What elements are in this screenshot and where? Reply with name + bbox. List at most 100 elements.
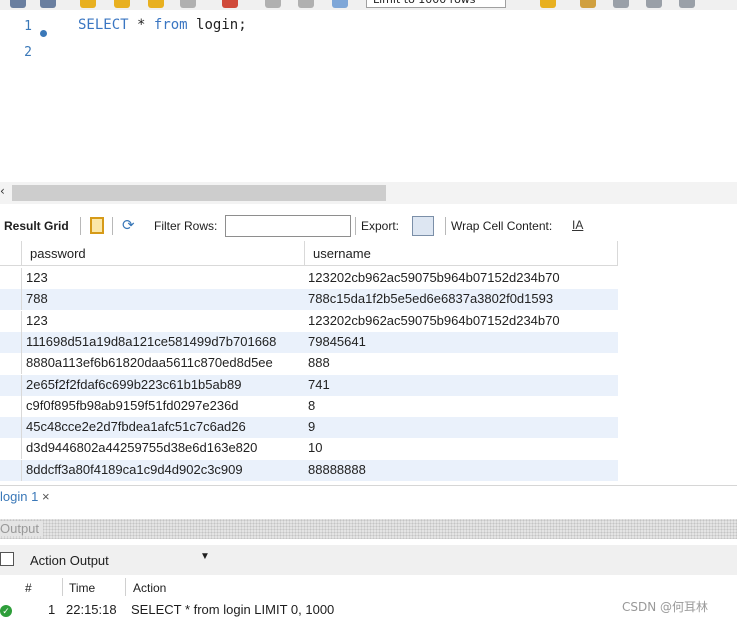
row-header[interactable] xyxy=(0,459,22,481)
cell-username[interactable]: 123202cb962ac59075b964b07152d234b70 xyxy=(308,313,560,328)
row-header[interactable] xyxy=(0,417,22,439)
table-row[interactable]: 788 788c15da1f2b5e5ed6e6837a3802f0d1593 xyxy=(0,289,618,311)
cell-username[interactable]: 88888888 xyxy=(308,462,366,477)
cell-password[interactable]: c9f0f895fb98ab9159f51fd0297e236d xyxy=(26,398,239,413)
rollback-icon[interactable] xyxy=(298,0,314,8)
statement-marker-icon xyxy=(40,30,47,37)
editor-scrollbar[interactable]: ‹ xyxy=(0,182,737,204)
filter-rows-label: Filter Rows: xyxy=(154,219,218,233)
separator xyxy=(112,217,113,235)
autocommit-icon[interactable] xyxy=(332,0,348,8)
cell-password[interactable]: 45c48cce2e2d7fbdea1afc51c7c6ad26 xyxy=(26,419,246,434)
execute-statement-icon[interactable] xyxy=(114,0,130,8)
output-row-action: SELECT * from login LIMIT 0, 1000 xyxy=(131,602,335,617)
execute-icon[interactable] xyxy=(80,0,96,8)
export-icon[interactable] xyxy=(412,216,434,236)
wrap-lines-icon[interactable] xyxy=(679,0,695,8)
table-row[interactable]: c9f0f895fb98ab9159f51fd0297e236d 8 xyxy=(0,395,618,417)
keyword-from: from xyxy=(153,17,188,33)
output-row-time: 22:15:18 xyxy=(66,602,117,617)
cell-username[interactable]: 788c15da1f2b5e5ed6e6837a3802f0d1593 xyxy=(308,291,553,306)
copy-icon[interactable] xyxy=(0,552,14,566)
wrap-cell-icon[interactable]: IA xyxy=(572,218,583,232)
invisible-chars-icon[interactable] xyxy=(646,0,662,8)
cell-username[interactable]: 10 xyxy=(308,440,322,455)
row-header[interactable] xyxy=(0,289,22,311)
save-file-icon[interactable] xyxy=(40,0,56,8)
cell-password[interactable]: 788 xyxy=(26,291,48,306)
row-header[interactable] xyxy=(0,374,22,396)
success-check-icon: ✓ xyxy=(0,605,12,617)
output-type-value: Action Output xyxy=(30,553,109,568)
row-header[interactable] xyxy=(0,395,22,417)
row-header[interactable] xyxy=(0,268,22,289)
chevron-down-icon: ▼ xyxy=(200,551,210,562)
table-row[interactable]: 123 123202cb962ac59075b964b07152d234b70 xyxy=(0,268,618,289)
table-row[interactable]: 123 123202cb962ac59075b964b07152d234b70 xyxy=(0,310,618,332)
table-row[interactable]: 45c48cce2e2d7fbdea1afc51c7c6ad26 9 xyxy=(0,417,618,439)
cell-username[interactable]: 79845641 xyxy=(308,334,366,349)
row-header[interactable] xyxy=(0,353,22,375)
cell-password[interactable]: 123 xyxy=(26,313,48,328)
explain-icon[interactable] xyxy=(148,0,164,8)
cell-password[interactable]: d3d9446802a44259755d38e6d163e820 xyxy=(26,440,257,455)
find-icon[interactable] xyxy=(580,0,596,8)
limit-rows-select[interactable]: Limit to 1000 rows xyxy=(366,0,506,8)
cell-password[interactable]: 8880a113ef6b61820daa5611c870ed8d5ee xyxy=(26,355,273,370)
column-header-password[interactable]: password xyxy=(22,241,305,266)
cell-password[interactable]: 123 xyxy=(26,270,48,285)
col-action: Action xyxy=(133,581,167,595)
output-panel-header: Output xyxy=(0,519,737,539)
result-toolbar: Result Grid ⟳ Filter Rows: Export: Wrap … xyxy=(0,211,737,241)
result-grid-tab[interactable]: Result Grid xyxy=(4,219,69,233)
sql-code-line[interactable]: SELECT * from login; xyxy=(78,17,247,33)
col-num: # xyxy=(25,581,32,595)
table-row[interactable]: 2e65f2f2fdaf6c699b223c61b1b5ab89 741 xyxy=(0,374,618,396)
search-icon[interactable] xyxy=(613,0,629,8)
cell-username[interactable]: 9 xyxy=(308,419,315,434)
sql-editor[interactable]: 1 2 SELECT * from login; xyxy=(0,10,737,182)
cell-password[interactable]: 8ddcff3a80f4189ca1c9d4d902c3c909 xyxy=(26,462,243,477)
output-title: Output xyxy=(0,521,44,536)
table-row[interactable]: 111698d51a19d8a121ce581499d7b701668 79845… xyxy=(0,331,618,353)
table-row[interactable]: d3d9446802a44259755d38e6d163e820 10 xyxy=(0,438,618,460)
filter-rows-input[interactable] xyxy=(225,215,351,237)
row-header[interactable] xyxy=(0,310,22,332)
line-number: 2 xyxy=(24,45,32,60)
row-header[interactable] xyxy=(0,331,22,353)
table-row[interactable]: 8880a113ef6b61820daa5611c870ed8d5ee 888 xyxy=(0,353,618,375)
commit-icon[interactable] xyxy=(265,0,281,8)
toggle-error-icon[interactable] xyxy=(222,0,238,8)
close-tab-icon[interactable]: × xyxy=(42,489,50,504)
output-type-select[interactable]: Action Output ▼ xyxy=(22,548,212,572)
tab-login-1[interactable]: login 1 × xyxy=(0,489,50,509)
separator xyxy=(62,578,63,596)
grid-view-icon[interactable] xyxy=(90,217,104,234)
export-label: Export: xyxy=(361,219,400,233)
cell-username[interactable]: 8 xyxy=(308,398,315,413)
cell-username[interactable]: 741 xyxy=(308,377,330,392)
scrollbar-thumb[interactable] xyxy=(12,185,386,201)
output-toolbar: Action Output ▼ xyxy=(0,545,737,575)
sql-star: * xyxy=(137,17,146,33)
separator xyxy=(445,217,446,235)
separator xyxy=(125,578,126,596)
separator xyxy=(80,217,81,235)
beautify-icon[interactable] xyxy=(540,0,556,8)
row-header[interactable] xyxy=(0,438,22,460)
table-row[interactable]: 8ddcff3a80f4189ca1c9d4d902c3c909 88888888 xyxy=(0,459,618,481)
separator xyxy=(355,217,356,235)
cell-username[interactable]: 888 xyxy=(308,355,330,370)
cell-password[interactable]: 111698d51a19d8a121ce581499d7b701668 xyxy=(26,334,276,349)
stop-icon[interactable] xyxy=(180,0,196,8)
result-grid: password username 123 123202cb962ac59075b… xyxy=(0,241,618,481)
refresh-icon[interactable]: ⟳ xyxy=(122,216,135,234)
watermark: CSDN @何耳林 xyxy=(622,600,709,614)
cell-password[interactable]: 2e65f2f2fdaf6c699b223c61b1b5ab89 xyxy=(26,377,241,392)
scroll-left-icon[interactable]: ‹ xyxy=(0,184,5,198)
open-file-icon[interactable] xyxy=(10,0,26,8)
main-toolbar: Limit to 1000 rows xyxy=(0,0,737,10)
cell-username[interactable]: 123202cb962ac59075b964b07152d234b70 xyxy=(308,270,560,285)
column-header-username[interactable]: username xyxy=(305,241,618,266)
output-row-num: 1 xyxy=(48,602,56,617)
